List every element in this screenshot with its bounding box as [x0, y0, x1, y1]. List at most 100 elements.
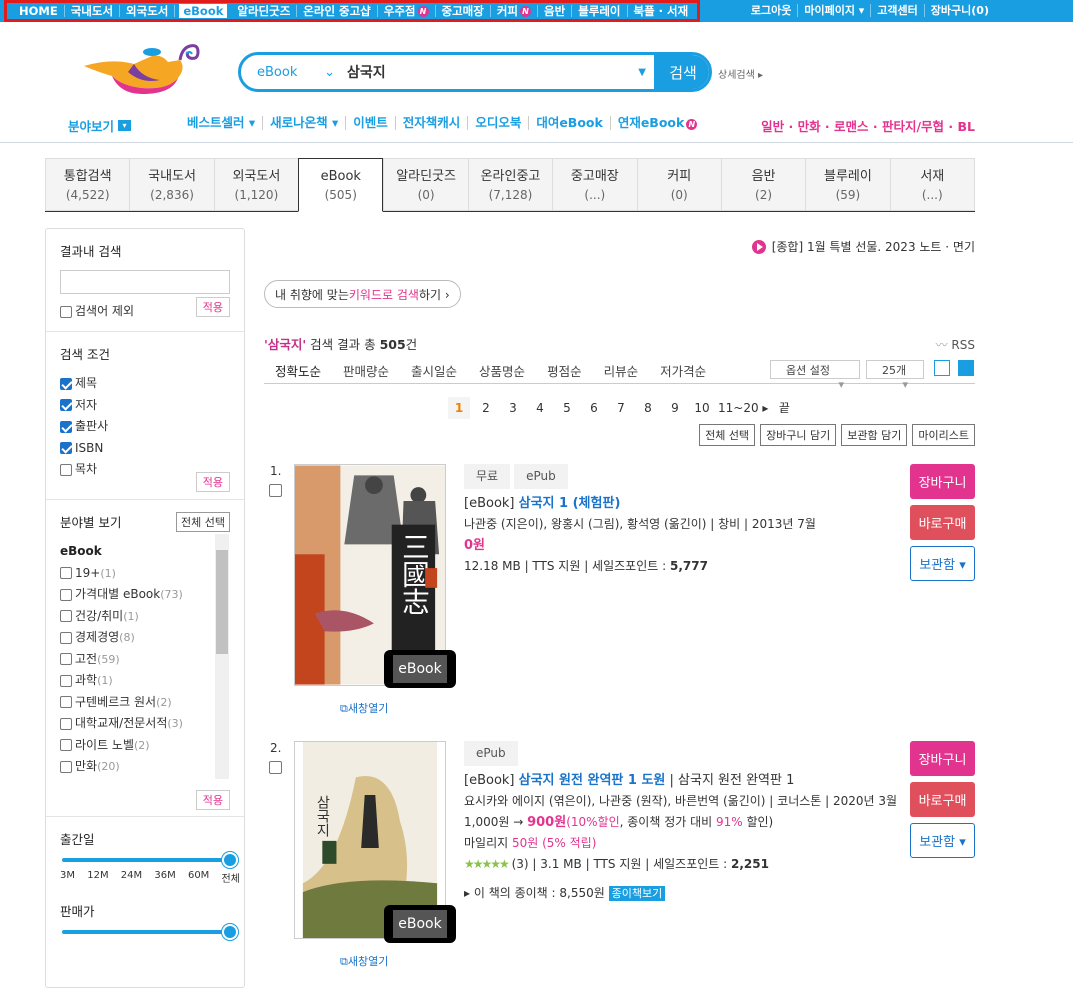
condition-author[interactable]: 저자 — [60, 395, 230, 417]
save-button[interactable]: 보관함 ▾ — [910, 546, 975, 581]
checkbox[interactable] — [60, 696, 72, 708]
tab-all[interactable]: 통합검색 (4,522) — [45, 158, 130, 211]
option-select[interactable]: 옵션 설정 ▾ — [770, 360, 860, 391]
tab-used-online[interactable]: 온라인중고 (7,128) — [467, 158, 553, 211]
sort-accuracy[interactable]: 정확도순 — [275, 361, 321, 380]
apply-button[interactable]: 적용 — [195, 297, 230, 317]
checkbox[interactable] — [60, 739, 72, 751]
nav-ebook[interactable]: eBook — [179, 4, 228, 18]
sort-name[interactable]: 상품명순 — [479, 361, 525, 380]
search-input[interactable]: 삼국지 — [341, 62, 638, 82]
buy-now-button[interactable]: 바로구매 — [910, 782, 975, 817]
item-series[interactable]: | 삼국지 원전 완역판 1 — [665, 773, 795, 788]
new-window-link[interactable]: ⧉새창열기 — [340, 953, 388, 969]
date-slider[interactable] — [62, 852, 238, 868]
cart-button[interactable]: 장바구니 — [910, 464, 975, 499]
support-link[interactable]: 고객센터 — [871, 4, 925, 17]
apply-button[interactable]: 적용 — [195, 472, 230, 492]
page-4[interactable]: 4 — [529, 397, 551, 419]
field-item[interactable]: 19+(1) — [60, 563, 230, 585]
save-button[interactable]: 보관함 ▾ — [910, 823, 975, 858]
page-9[interactable]: 9 — [664, 397, 686, 419]
checkbox[interactable] — [60, 760, 72, 773]
field-item[interactable]: 대학교재/전문서적(3) — [60, 713, 230, 735]
aladin-lamp-logo[interactable] — [82, 38, 202, 96]
nav-domestic[interactable]: 국내도서 — [65, 5, 121, 17]
checkbox[interactable] — [60, 631, 72, 644]
item-title[interactable]: [eBook] 삼국지 1 (체험판) — [464, 493, 904, 514]
checkbox[interactable] — [60, 377, 72, 390]
event-banner[interactable]: [종합] 1월 특별 선물. 2023 노트 · 면기 — [751, 238, 975, 255]
page-5[interactable]: 5 — [556, 397, 578, 419]
nav-event[interactable]: 이벤트 — [345, 116, 395, 130]
rss-link[interactable]: 〰 RSS — [936, 336, 975, 353]
nav-music[interactable]: 음반 — [538, 5, 573, 17]
nav-new-books[interactable]: 새로나온책 ▾ — [262, 116, 345, 130]
search-category-select[interactable]: eBook ⌄ — [241, 65, 341, 80]
checkbox[interactable] — [60, 442, 72, 454]
cart-button[interactable]: 장바구니 — [910, 741, 975, 776]
item-checkbox[interactable] — [269, 761, 282, 774]
keyword-search-button[interactable]: 내 취향에 맞는 키워드로 검색 하기 › — [264, 280, 461, 308]
item-title-text[interactable]: 삼국지 원전 완역판 1 도원 — [519, 773, 666, 788]
checkbox[interactable] — [60, 567, 72, 579]
page-8[interactable]: 8 — [637, 397, 659, 419]
page-6[interactable]: 6 — [583, 397, 605, 419]
nav-bookple[interactable]: 북플 · 서재 — [628, 5, 695, 17]
checkbox[interactable] — [60, 610, 72, 622]
condition-isbn[interactable]: ISBN — [60, 438, 230, 460]
tab-foreign[interactable]: 외국도서 (1,120) — [213, 158, 299, 211]
nav-used-store[interactable]: 중고매장 — [436, 5, 491, 17]
checkbox[interactable] — [60, 717, 72, 730]
price-slider[interactable] — [62, 924, 238, 940]
sort-rating[interactable]: 평점순 — [547, 361, 582, 380]
field-item[interactable]: 구텐베르크 원서(2) — [60, 692, 230, 714]
list-view-icon[interactable] — [934, 360, 950, 376]
nav-home[interactable]: HOME — [13, 5, 65, 17]
tab-domestic[interactable]: 국내도서 (2,836) — [129, 158, 214, 211]
condition-title[interactable]: 제목 — [60, 373, 230, 395]
field-item[interactable]: 가격대별 eBook(73) — [60, 584, 230, 606]
mypage-link[interactable]: 마이페이지 ▾ — [798, 4, 872, 17]
inner-search-input[interactable] — [60, 270, 230, 294]
sort-sales[interactable]: 판매량순 — [343, 361, 389, 380]
sort-date[interactable]: 출시일순 — [411, 361, 457, 380]
tab-music[interactable]: 음반 (2) — [720, 158, 806, 211]
nav-bestseller[interactable]: 베스트셀러 ▾ — [180, 116, 262, 130]
select-all-button[interactable]: 전체 선택 — [699, 424, 756, 446]
tab-coffee[interactable]: 커피 (0) — [636, 158, 721, 211]
item-title-text[interactable]: 삼국지 1 (체험판) — [519, 496, 621, 511]
tab-goods[interactable]: 알라딘굿즈 (0) — [383, 158, 468, 211]
tab-bluray[interactable]: 블루레이 (59) — [805, 158, 890, 211]
nav-coffee[interactable]: 커피 N — [491, 5, 539, 17]
nav-space-store[interactable]: 우주점 N — [378, 5, 436, 17]
field-item[interactable]: 건강/취미(1) — [60, 606, 230, 628]
nav-bluray[interactable]: 블루레이 — [572, 5, 628, 17]
genre-links[interactable]: 일반 · 만화 · 로맨스 · 판타지/무협 · BL — [761, 116, 975, 135]
nav-serial-ebook[interactable]: 연재eBook N — [609, 116, 705, 130]
search-button[interactable]: 검색 — [654, 55, 709, 89]
sort-review[interactable]: 리뷰순 — [604, 361, 639, 380]
exclude-checkbox[interactable] — [60, 305, 72, 318]
nav-rental-ebook[interactable]: 대여eBook — [528, 116, 610, 130]
dropdown-arrow-icon[interactable]: ▼ — [638, 67, 646, 78]
select-all-fields-button[interactable]: 전체 선택 — [176, 512, 230, 532]
page-1[interactable]: 1 — [448, 397, 470, 419]
checkbox[interactable] — [60, 399, 72, 411]
checkbox[interactable] — [60, 674, 72, 687]
mylist-button[interactable]: 마이리스트 — [912, 424, 975, 446]
tab-used-store[interactable]: 중고매장 (...) — [552, 158, 637, 211]
item-title[interactable]: [eBook] 삼국지 원전 완역판 1 도원 | 삼국지 원전 완역판 1 — [464, 770, 904, 791]
logout-link[interactable]: 로그아웃 — [745, 4, 799, 17]
field-item[interactable]: 고전(59) — [60, 649, 230, 671]
add-library-button[interactable]: 보관함 담기 — [841, 424, 908, 446]
field-item[interactable]: 만화(20) — [60, 756, 230, 778]
detail-search-link[interactable]: 상세검색 ▸ — [718, 66, 763, 81]
condition-publisher[interactable]: 출판사 — [60, 416, 230, 438]
nav-foreign[interactable]: 외국도서 — [120, 5, 176, 17]
item-checkbox[interactable] — [269, 484, 282, 497]
checkbox[interactable] — [60, 420, 72, 433]
field-item[interactable]: 라이트 노벨(2) — [60, 735, 230, 757]
tab-ebook[interactable]: eBook (505) — [298, 158, 384, 212]
nav-ebook-cash[interactable]: 전자책캐시 — [394, 116, 468, 130]
